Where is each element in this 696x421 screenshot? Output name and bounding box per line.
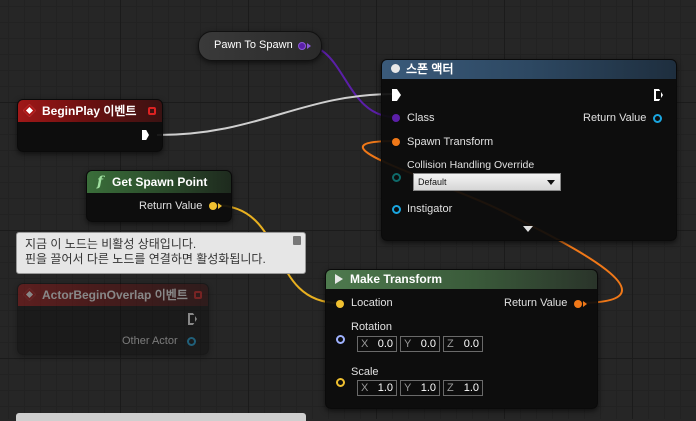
class-input-pin[interactable]	[392, 114, 400, 122]
scale-x-value: 1.0	[377, 382, 393, 394]
scale-z-axis: Z	[447, 382, 454, 394]
collision-dropdown[interactable]: Default	[413, 173, 561, 191]
location-label: Location	[351, 297, 393, 309]
return-pin-arrow	[218, 203, 222, 209]
pawn-to-spawn-node[interactable]: Pawn To Spawn	[198, 31, 322, 61]
pin-icon[interactable]	[293, 236, 301, 245]
location-input-pin[interactable]	[336, 300, 344, 308]
spawn-return-label: Return Value	[583, 112, 647, 124]
class-label: Class	[407, 112, 435, 124]
actor-begin-overlap-node[interactable]: ActorBeginOverlap 이벤트 Other Actor	[17, 283, 209, 355]
rotation-y-value: 0.0	[420, 338, 436, 350]
rotation-x-axis: X	[361, 338, 369, 350]
rotation-z-axis: Z	[447, 338, 454, 350]
rotation-z-value: 0.0	[463, 338, 479, 350]
pawn-to-spawn-label: Pawn To Spawn	[214, 39, 293, 51]
rotation-z-field[interactable]: Z 0.0	[443, 336, 483, 352]
collision-input-pin[interactable]	[392, 173, 401, 182]
rotation-x-field[interactable]: X 0.0	[357, 336, 397, 352]
rotation-label: Rotation	[351, 321, 392, 333]
make-transform-header: Make Transform	[326, 270, 597, 289]
other-actor-label: Other Actor	[122, 335, 178, 347]
collision-dropdown-value: Default	[418, 177, 447, 187]
actor-begin-overlap-title: ActorBeginOverlap 이벤트	[42, 288, 188, 302]
scale-y-axis: Y	[404, 382, 412, 394]
class-pin-arrow	[307, 43, 311, 49]
exec-output-pin[interactable]	[188, 313, 197, 325]
scale-z-value: 1.0	[463, 382, 479, 394]
event-icon	[23, 288, 36, 301]
begin-play-title: BeginPlay 이벤트	[42, 104, 137, 118]
rotation-y-axis: Y	[404, 338, 412, 350]
transform-pin-arrow	[583, 301, 587, 307]
scale-x-field[interactable]: X 1.0	[357, 380, 397, 396]
scale-y-value: 1.0	[420, 382, 436, 394]
expand-advanced-icon[interactable]	[523, 226, 533, 232]
spawn-actor-title: 스폰 액터	[406, 62, 454, 76]
spawn-actor-icon	[391, 64, 400, 73]
rotation-y-field[interactable]: Y 0.0	[400, 336, 440, 352]
exec-output-pin[interactable]	[654, 89, 663, 101]
scale-y-field[interactable]: Y 1.0	[400, 380, 440, 396]
spawn-actor-header: 스폰 액터	[382, 60, 676, 79]
get-spawn-point-node[interactable]: f Get Spawn Point Return Value	[86, 170, 232, 222]
instigator-label: Instigator	[407, 203, 453, 215]
delegate-pin[interactable]	[148, 107, 156, 115]
get-spawn-point-title: Get Spawn Point	[112, 175, 208, 189]
scale-input-pin[interactable]	[336, 378, 345, 387]
other-actor-output-pin[interactable]	[187, 337, 196, 346]
scale-x-axis: X	[361, 382, 369, 394]
delegate-pin[interactable]	[194, 291, 202, 299]
rotation-x-value: 0.0	[377, 338, 393, 350]
return-value-output-pin[interactable]	[209, 202, 217, 210]
event-icon	[23, 104, 36, 117]
transform-return-output-pin[interactable]	[574, 300, 582, 308]
make-transform-title: Make Transform	[350, 272, 443, 286]
actor-begin-overlap-header: ActorBeginOverlap 이벤트	[18, 284, 208, 306]
begin-play-header: BeginPlay 이벤트	[18, 100, 162, 122]
exec-output-pin[interactable]	[142, 130, 149, 140]
get-spawn-point-header: f Get Spawn Point	[87, 171, 231, 193]
spawn-transform-input-pin[interactable]	[392, 138, 400, 146]
make-transform-node[interactable]: Make Transform Location Return Value Rot…	[325, 269, 598, 409]
struct-icon	[335, 274, 343, 284]
function-icon: f	[97, 174, 104, 190]
rotation-input-pin[interactable]	[336, 335, 345, 344]
begin-play-node[interactable]: BeginPlay 이벤트	[17, 99, 163, 152]
instigator-input-pin[interactable]	[392, 205, 401, 214]
spawn-return-output-pin[interactable]	[653, 114, 662, 123]
tooltip-line-1: 지금 이 노드는 비활성 상태입니다.	[25, 237, 197, 251]
chevron-down-icon	[547, 180, 555, 185]
make-transform-return-label: Return Value	[504, 297, 568, 309]
spawn-transform-label: Spawn Transform	[407, 136, 494, 148]
class-output-pin[interactable]	[298, 42, 306, 50]
partial-node-bottom[interactable]	[16, 413, 306, 421]
scale-label: Scale	[351, 366, 379, 378]
collision-label: Collision Handling Override	[407, 159, 535, 171]
get-spawn-point-return-label: Return Value	[139, 200, 203, 212]
spawn-actor-node[interactable]: 스폰 액터 Class Return Value Spawn Transform…	[381, 59, 677, 241]
disabled-node-tooltip: 지금 이 노드는 비활성 상태입니다. 핀을 끌어서 다른 노드를 연결하면 활…	[16, 232, 306, 274]
exec-input-pin[interactable]	[392, 89, 401, 101]
scale-z-field[interactable]: Z 1.0	[443, 380, 483, 396]
tooltip-line-2: 핀을 끌어서 다른 노드를 연결하면 활성화됩니다.	[25, 252, 266, 266]
